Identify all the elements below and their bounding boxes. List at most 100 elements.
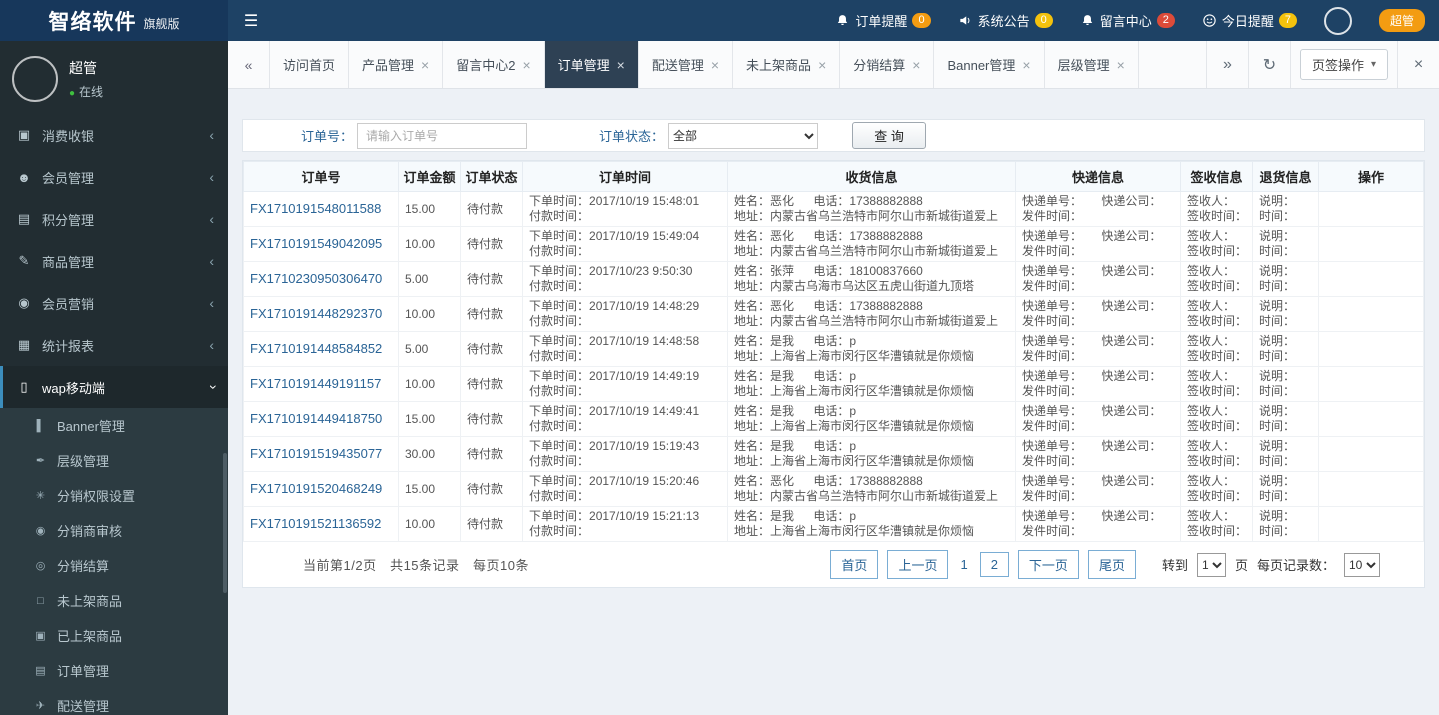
order-no-link[interactable]: FX1710191448584852: [250, 341, 382, 356]
tab-unlisted-products[interactable]: 未上架商品 ×: [733, 41, 841, 88]
tab-banner-mgmt[interactable]: Banner管理 ×: [934, 41, 1045, 88]
receiver-info-cell: 姓名：是我 电话：p 地址：上海省上海市闵行区华漕镇就是你烦恼: [727, 401, 1016, 437]
order-status-cell: 待付款: [460, 401, 523, 437]
return-info-cell: 说明： 时间：: [1252, 436, 1319, 472]
page-size-select[interactable]: 10: [1344, 552, 1380, 577]
submenu-item-order-mgmt[interactable]: ▤ 订单管理: [0, 653, 228, 688]
sidebar-item-marketing[interactable]: ◉ 会员营销 ‹: [0, 282, 228, 324]
order-no-link[interactable]: FX1710191449191157: [250, 376, 381, 391]
sidebar-item-products[interactable]: ✎ 商品管理 ‹: [0, 240, 228, 282]
column-header: 收货信息: [727, 161, 1016, 192]
close-icon[interactable]: ×: [912, 57, 920, 73]
order-status-select[interactable]: 全部: [668, 122, 819, 149]
first-page-button[interactable]: 首页: [830, 550, 879, 579]
content-area: 订单号： 订单状态： 全部 查 询: [228, 89, 1439, 715]
order-amount-cell: 15.00: [398, 471, 461, 507]
sidebar-item-reports[interactable]: ▦ 统计报表 ‹: [0, 324, 228, 366]
order-row: FX1710191548011588 15.00 待付款 下单时间：2017/1…: [243, 191, 1424, 227]
user-role-badge[interactable]: 超管: [1378, 9, 1425, 32]
order-amount-cell: 10.00: [398, 506, 461, 542]
page-2-button[interactable]: 2: [979, 552, 1009, 577]
tab-dist-settlement[interactable]: 分销结算 ×: [840, 41, 935, 88]
chevron-left-icon: ‹: [209, 169, 214, 185]
sidebar-item-cashier[interactable]: ▣ 消费收银 ‹: [0, 114, 228, 156]
hamburger-menu-icon[interactable]: ☰: [228, 11, 274, 31]
close-all-tabs-button[interactable]: ×: [1397, 41, 1439, 88]
close-icon[interactable]: ×: [1117, 57, 1125, 73]
submenu-item-banner-mgmt[interactable]: ▌ Banner管理: [0, 408, 228, 443]
submenu-item-delivery-mgmt[interactable]: ✈ 配送管理: [0, 688, 228, 715]
last-page-button[interactable]: 尾页: [1087, 550, 1136, 579]
prev-page-button[interactable]: 上一页: [887, 550, 949, 579]
wrench-icon: ✒: [35, 455, 46, 467]
system-announcement-badge: 0: [1034, 13, 1053, 28]
sidebar-avatar: [12, 56, 58, 102]
order-no-link[interactable]: FX1710191521136592: [250, 516, 381, 531]
message-center-button[interactable]: 留言中心 2: [1080, 11, 1175, 30]
order-status-cell: 待付款: [460, 366, 523, 402]
next-page-button[interactable]: 下一页: [1017, 550, 1079, 579]
order-no-link[interactable]: FX1710230950306470: [250, 271, 382, 286]
return-info-cell: 说明： 时间：: [1252, 191, 1319, 227]
order-no-input[interactable]: [357, 122, 528, 149]
submenu-item-unlisted-products[interactable]: □ 未上架商品: [0, 583, 228, 618]
operation-cell: [1318, 331, 1424, 367]
submenu-item-listed-products[interactable]: ▣ 已上架商品: [0, 618, 228, 653]
order-reminder-button[interactable]: 订单提醒 0: [835, 11, 931, 30]
receiver-info-cell: 姓名：是我 电话：p 地址：上海省上海市闵行区华漕镇就是你烦恼: [727, 366, 1016, 402]
receiver-info-cell: 姓名：是我 电话：p 地址：上海省上海市闵行区华漕镇就是你烦恼: [727, 331, 1016, 367]
close-icon[interactable]: ×: [711, 57, 719, 73]
tab-delivery-mgmt[interactable]: 配送管理 ×: [639, 41, 734, 88]
order-no-link[interactable]: FX1710191520468249: [250, 481, 382, 496]
order-no-link[interactable]: FX1710191548011588: [250, 201, 381, 216]
order-no-link[interactable]: FX1710191448292370: [250, 306, 382, 321]
refresh-icon[interactable]: ↻: [1247, 41, 1290, 88]
close-icon[interactable]: ×: [1022, 57, 1030, 73]
tabs: 访问首页 产品管理 × 留言中心2 × 订单管理 × 配送管理 × 未上架商品 …: [270, 41, 1139, 88]
order-no-link[interactable]: FX1710191549042095: [250, 236, 382, 251]
wap-submenu: ▌ Banner管理 ✒ 层级管理 ✳ 分销权限设置 ◉ 分销商审核 ◎ 分销结…: [0, 408, 228, 715]
order-row: FX1710191520468249 15.00 待付款 下单时间：2017/1…: [243, 471, 1424, 507]
tabs-scroll-right-button[interactable]: »: [1205, 41, 1248, 88]
close-icon[interactable]: ×: [818, 57, 826, 73]
member-icon: ☻: [17, 169, 31, 185]
tabs-scroll-left-button[interactable]: «: [228, 41, 270, 88]
submenu-item-dist-settlement[interactable]: ◎ 分销结算: [0, 548, 228, 583]
sidebar-scrollbar[interactable]: [223, 453, 227, 593]
order-no-link[interactable]: FX1710191449418750: [250, 411, 382, 426]
express-info-cell: 快递单号： 快递公司： 发件时间：: [1015, 331, 1181, 367]
submenu-item-dist-review[interactable]: ◉ 分销商审核: [0, 513, 228, 548]
order-amount-cell: 15.00: [398, 191, 461, 227]
sidebar-item-wap-mobile[interactable]: ▯ wap移动端 ‹: [0, 366, 228, 408]
pagination: 当前第1/2页 共15条记录 每页10条 首页 上一页 1 2 下一页 尾页 转…: [243, 542, 1424, 587]
order-no-link[interactable]: FX1710191519435077: [250, 446, 382, 461]
tab-home[interactable]: 访问首页: [270, 41, 350, 88]
user-avatar[interactable]: [1323, 6, 1352, 35]
today-reminder-button[interactable]: 今日提醒 7: [1202, 11, 1297, 30]
tab-order-mgmt[interactable]: 订单管理 ×: [544, 41, 639, 88]
submenu-item-dist-permission[interactable]: ✳ 分销权限设置: [0, 478, 228, 513]
tab-operations-button[interactable]: 页签操作 ▾: [1299, 49, 1388, 80]
close-icon[interactable]: ×: [522, 57, 530, 73]
column-header: 订单状态: [460, 161, 523, 192]
order-row: FX1710230950306470 5.00 待付款 下单时间：2017/10…: [243, 261, 1424, 297]
tab-message-center[interactable]: 留言中心2 ×: [443, 41, 545, 88]
close-icon[interactable]: ×: [617, 57, 625, 73]
query-button[interactable]: 查 询: [852, 122, 927, 149]
app-logo: 智络软件 旗舰版: [0, 0, 228, 41]
submenu-item-level-mgmt[interactable]: ✒ 层级管理: [0, 443, 228, 478]
sidebar-item-members[interactable]: ☻ 会员管理 ‹: [0, 156, 228, 198]
order-time-cell: 下单时间：2017/10/19 15:49:04 付款时间：: [522, 226, 728, 262]
tab-product-mgmt[interactable]: 产品管理 ×: [349, 41, 444, 88]
sidebar-item-points[interactable]: ▤ 积分管理 ‹: [0, 198, 228, 240]
system-announcement-button[interactable]: 系统公告 0: [958, 11, 1053, 30]
goto-page-select[interactable]: 1: [1196, 552, 1226, 577]
eye-icon: ◎: [35, 560, 46, 572]
order-time-cell: 下单时间：2017/10/19 15:19:43 付款时间：: [522, 436, 728, 472]
close-icon[interactable]: ×: [421, 57, 429, 73]
tab-level-mgmt[interactable]: 层级管理 ×: [1045, 41, 1139, 88]
report-icon: ▦: [17, 337, 31, 352]
sign-info-cell: 签收人： 签收时间：: [1180, 436, 1253, 472]
operation-cell: [1318, 436, 1424, 472]
sidebar-user-status: ● 在线: [69, 85, 104, 99]
